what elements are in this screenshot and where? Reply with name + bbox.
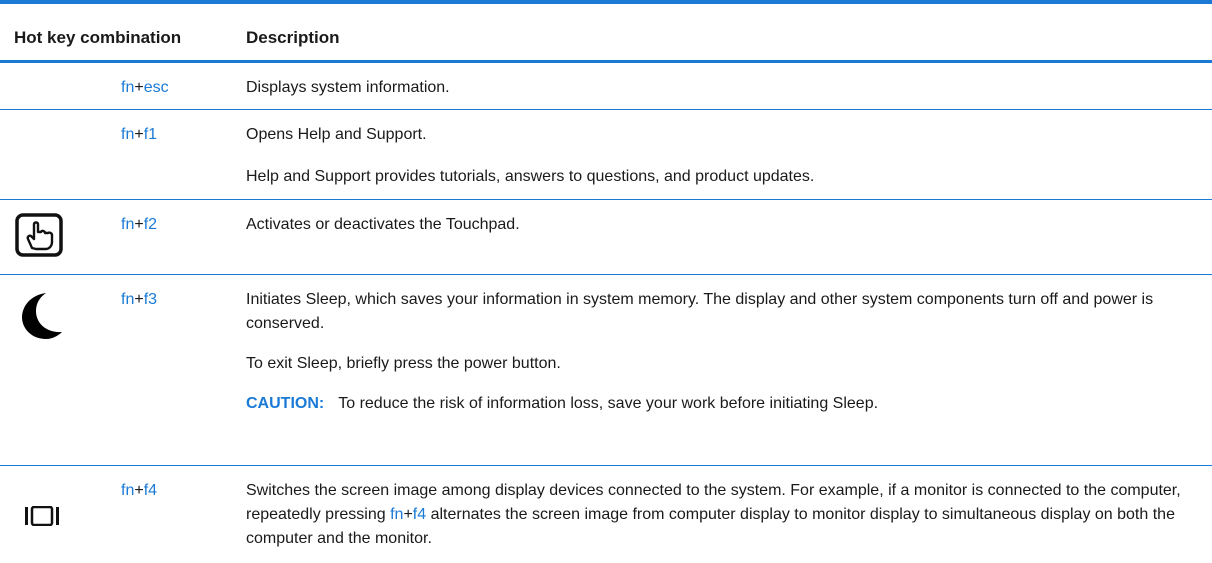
description: Initiates Sleep, which saves your inform… [246,288,1196,416]
description: Switches the screen image among display … [246,479,1196,551]
hotkey-combo: fn+f1 [121,126,158,143]
description-line: Opens Help and Support. [246,126,427,143]
display-switch-icon [24,505,72,531]
table-row-fn-f1: fn+f1 Opens Help and Support. Help and S… [0,110,1212,199]
table-row-fn-esc: fn+esc Displays system information. [0,63,1212,109]
header-hot-key-combination: Hot key combination [14,28,182,47]
hotkey-combo: fn+f4 [121,482,158,499]
sleep-moon-icon [20,291,64,346]
hotkey-combo: fn+esc [121,79,169,96]
hotkey-combo: fn+f3 [121,291,158,308]
description-paragraph: Switches the screen image among display … [246,482,1181,547]
description-line: Displays system information. [246,79,450,96]
description-line: Help and Support provides tutorials, ans… [246,168,815,185]
header-description: Description [246,28,340,47]
caution-note: CAUTION: To reduce the risk of informatio… [246,392,1196,416]
description: Displays system information. [246,76,1196,100]
table-row-fn-f2: fn+f2 Activates or deactivates the Touch… [0,200,1212,274]
hotkey-combo: fn+f2 [121,216,158,233]
description: Opens Help and Support. Help and Support… [246,123,1196,189]
caution-label: CAUTION: [246,395,325,412]
description-line: Activates or deactivates the Touchpad. [246,216,520,233]
caution-text: To reduce the risk of information loss, … [338,395,879,412]
description: Activates or deactivates the Touchpad. [246,213,1196,237]
touchpad-icon [14,212,64,263]
table-row-fn-f4: fn+f4 Switches the screen image among di… [0,466,1212,563]
table-header: Hot key combination Description [0,4,1212,60]
table-row-fn-f3: fn+f3 Initiates Sleep, which saves your … [0,275,1212,465]
description-line: Initiates Sleep, which saves your inform… [246,291,1154,332]
description-line: To exit Sleep, briefly press the power b… [246,355,561,372]
